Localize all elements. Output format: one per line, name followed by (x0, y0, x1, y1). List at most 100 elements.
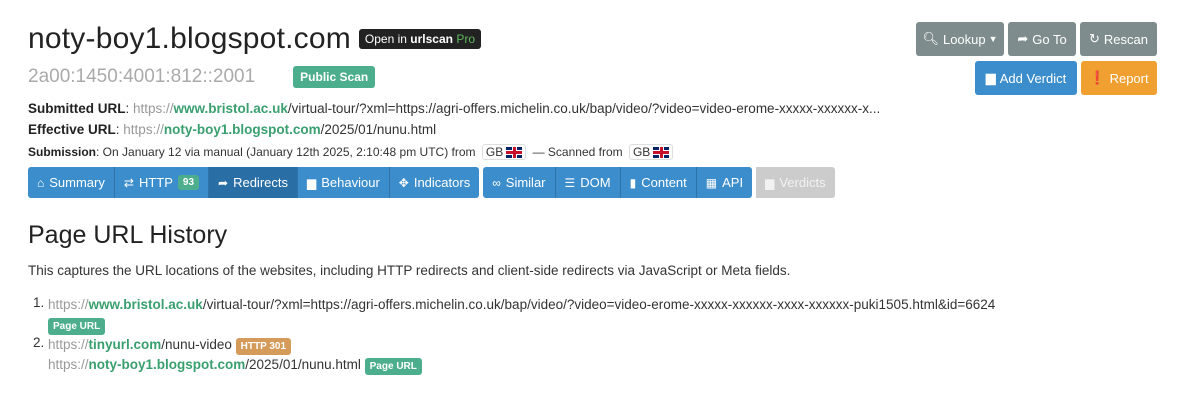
tab-summary[interactable]: ⌂ Summary (28, 167, 115, 198)
history-tag-line: Page URL (48, 315, 995, 335)
url-host-link[interactable]: www.bristol.ac.uk (89, 297, 203, 312)
scan-country-code: GB (632, 145, 651, 159)
page-url-badge: Page URL (364, 358, 422, 375)
tab-summary-label: Summary (49, 175, 105, 190)
page-title: noty-boy1.blogspot.com (28, 22, 351, 55)
effective-path: /2025/01/nunu.html (320, 122, 437, 137)
tab-http[interactable]: ⇄ HTTP 93 (114, 167, 210, 198)
section-description: This captures the URL locations of the w… (28, 263, 791, 278)
list-item: 1. https://www.bristol.ac.uk/virtual-tou… (33, 295, 995, 335)
effective-scheme: https:// (123, 122, 164, 137)
tab-behaviour[interactable]: ▆ Behaviour (298, 167, 390, 198)
scan-country-flag-badge: GB (628, 144, 674, 160)
exchange-icon: ⇄ (123, 175, 134, 190)
caret-down-icon: ▼ (988, 34, 998, 44)
submitted-url-line: Submitted URL: https://www.bristol.ac.uk… (28, 101, 881, 116)
tab-verdicts[interactable]: ▆ Verdicts (756, 167, 835, 198)
comment-icon: ▆ (765, 175, 775, 190)
add-verdict-button[interactable]: ▆ Add Verdict (975, 61, 1077, 95)
exclamation-icon: ❗ (1089, 70, 1106, 85)
open-badge-prefix: Open in (364, 32, 411, 46)
search-icon: 🔍︎ (922, 31, 939, 46)
submitted-path: /virtual-tour/?xml=https://agri-offers.m… (287, 101, 881, 116)
url-host-link[interactable]: tinyurl.com (89, 337, 162, 352)
submitted-host-link[interactable]: www.bristol.ac.uk (174, 101, 288, 116)
uk-flag-icon (653, 146, 670, 158)
result-tabs: ⌂ Summary ⇄ HTTP 93 ➦ Redirects ▆ Behaviour ✥… (28, 167, 839, 198)
tab-content-label: Content (641, 175, 687, 190)
link-icon: ∞ (492, 175, 501, 190)
url-host-link[interactable]: noty-boy1.blogspot.com (89, 357, 246, 372)
rescan-label: Rescan (1103, 31, 1148, 47)
tab-api[interactable]: ▦ API (696, 167, 753, 198)
submitted-scheme: https:// (133, 101, 174, 116)
effective-url-label: Effective URL (28, 122, 116, 137)
tab-verdicts-label: Verdicts (779, 175, 826, 190)
tab-similar[interactable]: ∞ Similar (483, 167, 556, 198)
tab-dom[interactable]: ☰ DOM (555, 167, 621, 198)
url-path: /2025/01/nunu.html (245, 357, 361, 372)
effective-host-link[interactable]: noty-boy1.blogspot.com (164, 122, 321, 137)
ip-row: 2a00:1450:4001:812::2001 Public Scan (28, 66, 376, 88)
scanned-from-text: — Scanned from (532, 145, 623, 159)
country-flag-badge: GB (481, 144, 527, 160)
list-item-number: 2. (33, 335, 45, 350)
crosshair-icon: ✥ (398, 175, 409, 190)
submission-line: Submission: On January 12 via manual (Ja… (28, 144, 676, 160)
tab-indicators-label: Indicators (413, 175, 471, 190)
ip-address: 2a00:1450:4001:812::2001 (28, 66, 256, 87)
tab-redirects-label: Redirects (233, 175, 288, 190)
submission-text: : On January 12 via manual (January 12th… (96, 145, 476, 159)
tab-similar-label: Similar (505, 175, 546, 190)
refresh-icon: ↻ (1089, 31, 1100, 46)
home-icon: ⌂ (37, 175, 45, 190)
tab-redirects[interactable]: ➦ Redirects (209, 167, 298, 198)
arrow-right-icon: ➦ (1017, 31, 1029, 46)
tab-indicators[interactable]: ✥ Indicators (389, 167, 480, 198)
open-badge-brand: urlscan (410, 32, 453, 46)
share-arrow-icon: ➦ (218, 175, 229, 190)
goto-button[interactable]: ➦ Go To (1008, 22, 1076, 56)
tab-http-label: HTTP (138, 175, 173, 190)
lookup-button[interactable]: 🔍︎ Lookup ▼ (916, 22, 1004, 56)
url-scheme: https:// (48, 357, 89, 372)
public-scan-badge: Public Scan (293, 66, 376, 88)
comment-icon: ▆ (307, 175, 317, 190)
list-icon: ☰ (564, 175, 576, 190)
country-code: GB (485, 145, 504, 159)
section-title: Page URL History (28, 221, 228, 249)
history-url-line: https://www.bristol.ac.uk/virtual-tour/?… (48, 295, 995, 315)
tab-content[interactable]: ▮ Content (620, 167, 697, 198)
http-count-badge: 93 (177, 175, 200, 190)
open-badge-pro: Pro (456, 32, 476, 46)
http-301-badge: HTTP 301 (235, 338, 292, 355)
file-icon: ▮ (629, 175, 637, 190)
add-verdict-label: Add Verdict (999, 70, 1067, 86)
report-label: Report (1109, 70, 1149, 86)
url-path: /virtual-tour/?xml=https://agri-offers.m… (202, 297, 996, 312)
effective-url-line: Effective URL: https://noty-boy1.blogspo… (28, 122, 437, 137)
tab-dom-label: DOM (580, 175, 611, 190)
submitted-url-label: Submitted URL (28, 101, 126, 116)
url-scheme: https:// (48, 337, 89, 352)
title-row: noty-boy1.blogspot.com Open in urlscan P… (28, 22, 482, 56)
tab-behaviour-label: Behaviour (321, 175, 380, 190)
url-history-list: 1. https://www.bristol.ac.uk/virtual-tou… (33, 295, 995, 375)
history-url-line: https://tinyurl.com/nunu-video HTTP 301 (48, 335, 995, 355)
submission-label: Submission (28, 145, 97, 159)
rescan-button[interactable]: ↻ Rescan (1080, 22, 1157, 56)
goto-label: Go To (1032, 31, 1067, 47)
tab-api-label: API (722, 175, 744, 190)
history-url-line: https://noty-boy1.blogspot.com/2025/01/n… (48, 355, 995, 375)
page-url-badge: Page URL (48, 318, 106, 335)
open-in-urlscan-pro-badge[interactable]: Open in urlscan Pro (358, 29, 482, 49)
comment-icon: ▆ (985, 70, 996, 85)
list-item-number: 1. (33, 295, 45, 310)
tab-group-main: ⌂ Summary ⇄ HTTP 93 ➦ Redirects ▆ Behaviour ✥… (28, 167, 480, 198)
url-path: /nunu-video (161, 337, 232, 352)
tab-group-secondary: ∞ Similar ☰ DOM ▮ Content ▦ API (483, 167, 753, 198)
report-button[interactable]: ❗ Report (1081, 61, 1157, 95)
url-scheme: https:// (48, 297, 89, 312)
qrcode-icon: ▦ (705, 175, 718, 190)
tab-group-verdicts: ▆ Verdicts (756, 167, 835, 198)
